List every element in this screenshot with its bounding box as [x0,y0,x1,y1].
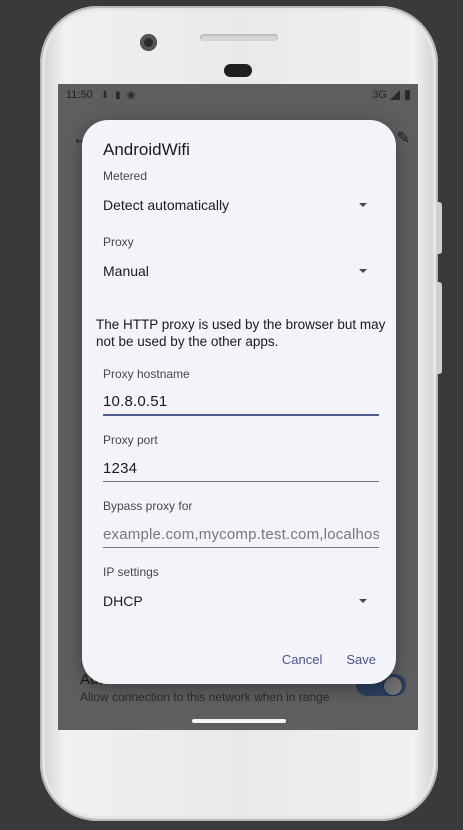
power-button [436,202,442,254]
status-time: 11:50 [66,89,93,101]
proxy-label: Proxy [103,235,134,249]
vpn-icon: ◉ [126,89,136,101]
cancel-button[interactable]: Cancel [282,652,322,667]
status-bar: 11:50 ⬇ ▮ ◉ 3G [58,84,418,106]
proximity-sensor [224,64,252,77]
front-camera [140,34,157,51]
download-icon: ⬇ [100,89,110,101]
save-button[interactable]: Save [346,652,376,667]
earpiece-speaker [200,34,278,41]
bypass-proxy-input[interactable] [103,521,379,548]
dropdown-arrow-icon [359,203,367,207]
dialog-title: AndroidWifi [103,140,190,159]
dropdown-arrow-icon [359,269,367,273]
wifi-modify-dialog: AndroidWifi Metered Detect automatically… [82,120,396,684]
sim-icon: ▮ [115,89,121,101]
edit-pencil-icon[interactable]: ✎ [397,128,410,148]
screen: 11:50 ⬇ ▮ ◉ 3G ← ✎ Auto-connect Allow co… [58,84,418,730]
dropdown-arrow-icon [359,599,367,603]
toggle-knob [383,676,403,696]
ip-settings-dropdown[interactable]: DHCP [103,590,367,612]
volume-button [436,282,442,374]
bypass-proxy-label: Bypass proxy for [103,499,193,513]
proxy-hostname-label: Proxy hostname [103,367,190,381]
proxy-note: The HTTP proxy is used by the browser bu… [96,317,386,349]
auto-connect-description: Allow connection to this network when in… [80,690,330,704]
battery-icon [405,90,410,100]
proxy-port-label: Proxy port [103,433,158,447]
proxy-port-input[interactable] [103,455,379,482]
phone-frame: 11:50 ⬇ ▮ ◉ 3G ← ✎ Auto-connect Allow co… [40,6,442,821]
ip-settings-value: DHCP [103,593,143,609]
metered-dropdown[interactable]: Detect automatically [103,194,367,216]
proxy-dropdown[interactable]: Manual [103,260,367,282]
proxy-value: Manual [103,263,149,279]
dialog-actions: Cancel Save [282,652,376,667]
metered-value: Detect automatically [103,197,230,213]
proxy-hostname-input[interactable] [103,388,379,416]
ip-settings-label: IP settings [103,565,159,579]
gesture-nav-bar[interactable] [192,719,286,723]
metered-label: Metered [103,169,148,183]
network-type: 3G [372,89,387,101]
signal-icon [390,90,400,100]
